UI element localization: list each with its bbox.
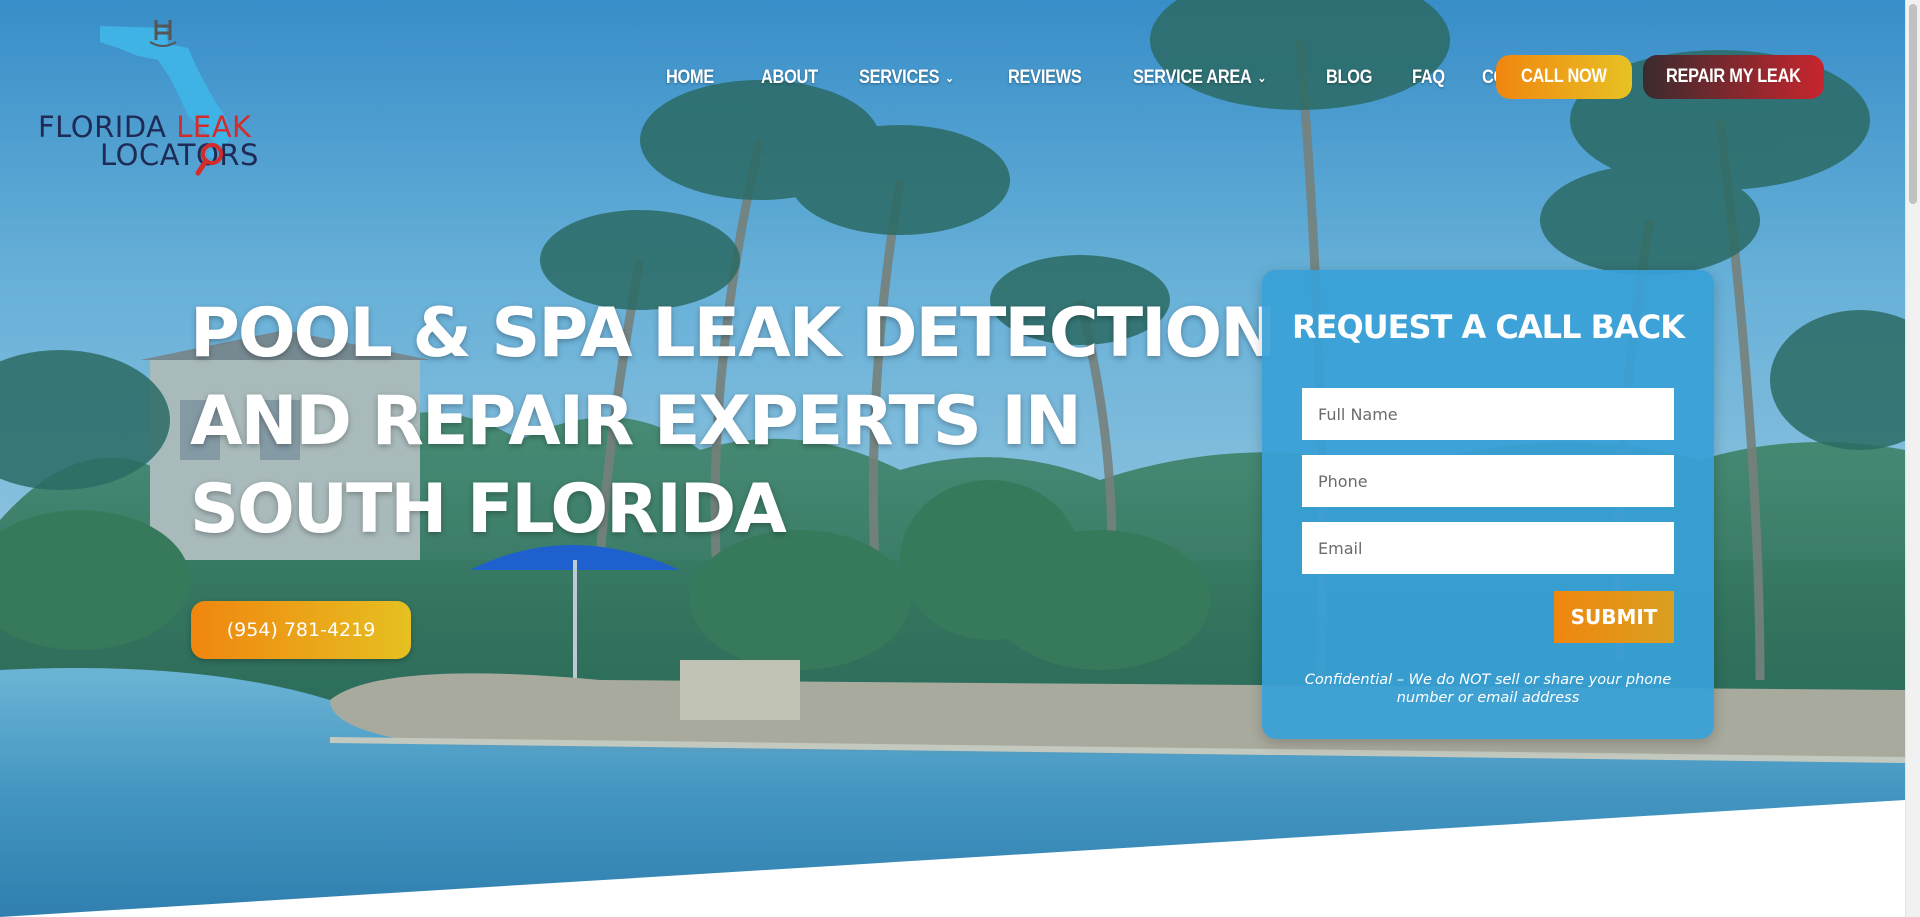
repair-my-leak-button[interactable]: REPAIR MY LEAK: [1643, 55, 1824, 99]
phone-input[interactable]: [1302, 455, 1674, 507]
nav-item-about[interactable]: ABOUT: [761, 67, 818, 89]
privacy-disclaimer: Confidential – We do NOT sell or share y…: [1304, 672, 1672, 706]
main-nav: HOME ABOUT SERVICES ⌄ REVIEWS SERVICE ARE…: [666, 62, 1610, 94]
chevron-down-icon: ⌄: [945, 71, 954, 85]
hero-headline: POOL & SPA LEAK DETECTION AND REPAIR EXP…: [190, 290, 1277, 554]
logo-text-line2: LOCATORS: [100, 138, 259, 172]
submit-button[interactable]: SUBMIT: [1554, 591, 1674, 643]
headline-line: AND REPAIR EXPERTS IN: [190, 382, 1082, 461]
scrollbar-thumb[interactable]: [1909, 4, 1917, 204]
headline-line: POOL & SPA LEAK DETECTION: [190, 294, 1277, 373]
form-title: REQUEST A CALL BACK: [1291, 308, 1685, 346]
chevron-down-icon: ⌄: [1257, 71, 1266, 85]
site-logo[interactable]: FLORIDA LEAK LOCATORS: [38, 18, 278, 188]
callback-form: REQUEST A CALL BACK SUBMIT Confidential …: [1262, 270, 1714, 739]
section-divider-wedge: [0, 800, 1905, 917]
nav-item-service-area[interactable]: SERVICE AREA ⌄: [1133, 67, 1266, 89]
magnifier-icon: [195, 143, 223, 176]
call-now-button[interactable]: CALL NOW: [1496, 55, 1632, 99]
nav-item-reviews[interactable]: REVIEWS: [1008, 67, 1082, 89]
nav-item-services[interactable]: SERVICES ⌄: [859, 67, 954, 89]
nav-item-blog[interactable]: BLOG: [1326, 67, 1372, 89]
headline-line: SOUTH FLORIDA: [190, 470, 787, 549]
page-scrollbar[interactable]: [1905, 0, 1920, 917]
full-name-input[interactable]: [1302, 388, 1674, 440]
phone-number-button[interactable]: (954) 781-4219: [191, 601, 411, 659]
nav-item-faq[interactable]: FAQ: [1412, 67, 1445, 89]
email-input[interactable]: [1302, 522, 1674, 574]
nav-item-home[interactable]: HOME: [666, 67, 714, 89]
